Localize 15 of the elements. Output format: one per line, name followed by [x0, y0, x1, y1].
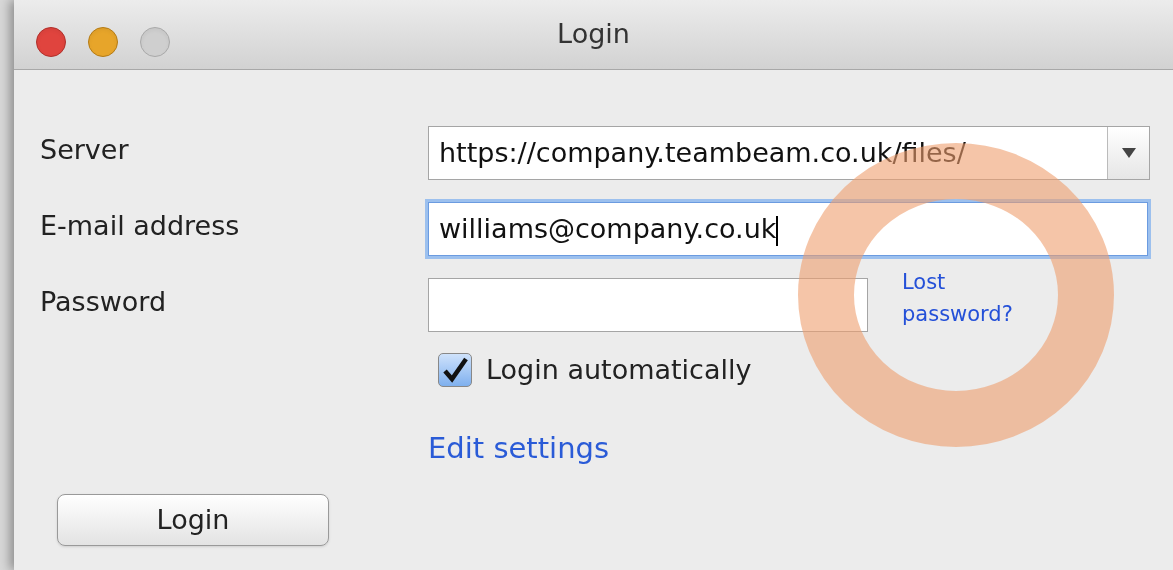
password-field[interactable] [428, 278, 868, 332]
field-label: E-mail address [40, 209, 241, 243]
dropdown-arrow-icon [1121, 148, 1136, 158]
lost-password-link[interactable]: Lost password? [902, 266, 1042, 330]
checkbox[interactable] [438, 353, 472, 388]
minimize-button[interactable] [88, 27, 118, 57]
email-field[interactable]: williams@company.co.uk [428, 202, 1148, 256]
edit-settings-link[interactable]: Edit settings [428, 426, 610, 470]
field-label: Server [40, 133, 130, 167]
checkbox-label[interactable]: Login automatically [486, 350, 752, 391]
server-combo-box[interactable]: https://company.teambeam.co.uk/files/ [428, 126, 1150, 180]
close-button[interactable] [36, 27, 66, 57]
field-label: Password [40, 285, 168, 319]
window-title: Login [557, 17, 630, 52]
login-button[interactable]: Login [57, 494, 329, 546]
